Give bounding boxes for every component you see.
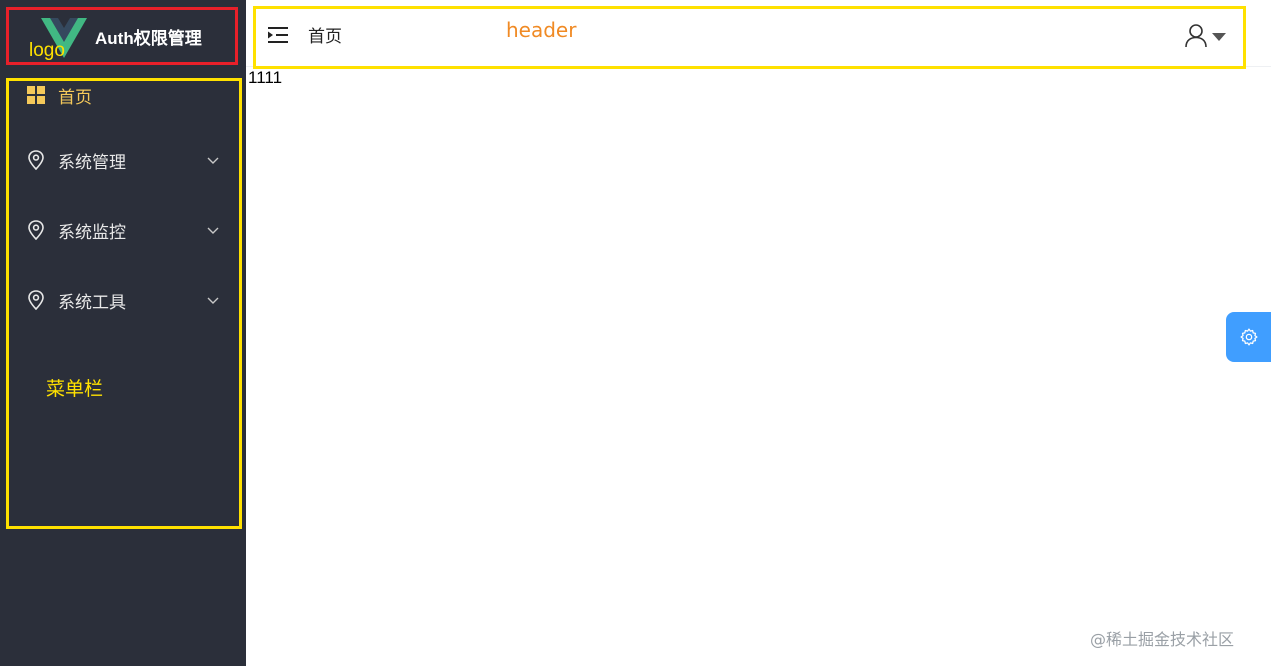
sidebar-item-label: 首页 — [58, 87, 92, 108]
watermark-text: @稀土掘金技术社区 — [1090, 630, 1235, 649]
app-title: Auth权限管理 — [95, 29, 202, 48]
sidebar-item-system-management[interactable]: 系统管理 — [26, 145, 226, 175]
logo-text: logo — [29, 40, 65, 61]
logo-area[interactable]: logo Auth权限管理 — [6, 7, 238, 65]
gear-icon — [1239, 328, 1258, 346]
sidebar-item-system-monitor[interactable]: 系统监控 — [26, 215, 226, 245]
sidebar-item-label: 系统管理 — [58, 152, 126, 173]
settings-button[interactable] — [1226, 312, 1271, 362]
sidebar-item-label: 系统工具 — [58, 292, 126, 313]
sidebar: logo Auth权限管理 首页 系统管理 系统监控 系统工具 菜单栏 — [0, 0, 246, 666]
location-pin-icon — [26, 150, 46, 170]
header: 首页 header — [253, 6, 1246, 69]
chevron-down-icon — [207, 157, 219, 164]
header-annotation-caption: header — [506, 18, 577, 42]
menu-annotation-caption: 菜单栏 — [46, 378, 104, 400]
menu-fold-icon[interactable] — [268, 25, 290, 45]
location-pin-icon — [26, 220, 46, 240]
main-content-text: 1111 — [248, 68, 283, 87]
grid-icon — [26, 85, 46, 105]
user-icon[interactable] — [1184, 23, 1208, 49]
breadcrumb[interactable]: 首页 — [308, 22, 342, 47]
caret-down-icon[interactable] — [1211, 31, 1227, 43]
chevron-down-icon — [207, 227, 219, 234]
chevron-down-icon — [207, 297, 219, 304]
sidebar-item-home[interactable]: 首页 — [26, 80, 226, 110]
app-root: logo Auth权限管理 首页 系统管理 系统监控 系统工具 菜单栏 首页 h… — [0, 0, 1271, 666]
sidebar-item-label: 系统监控 — [58, 222, 126, 243]
sidebar-item-system-tools[interactable]: 系统工具 — [26, 285, 226, 315]
location-pin-icon — [26, 290, 46, 310]
